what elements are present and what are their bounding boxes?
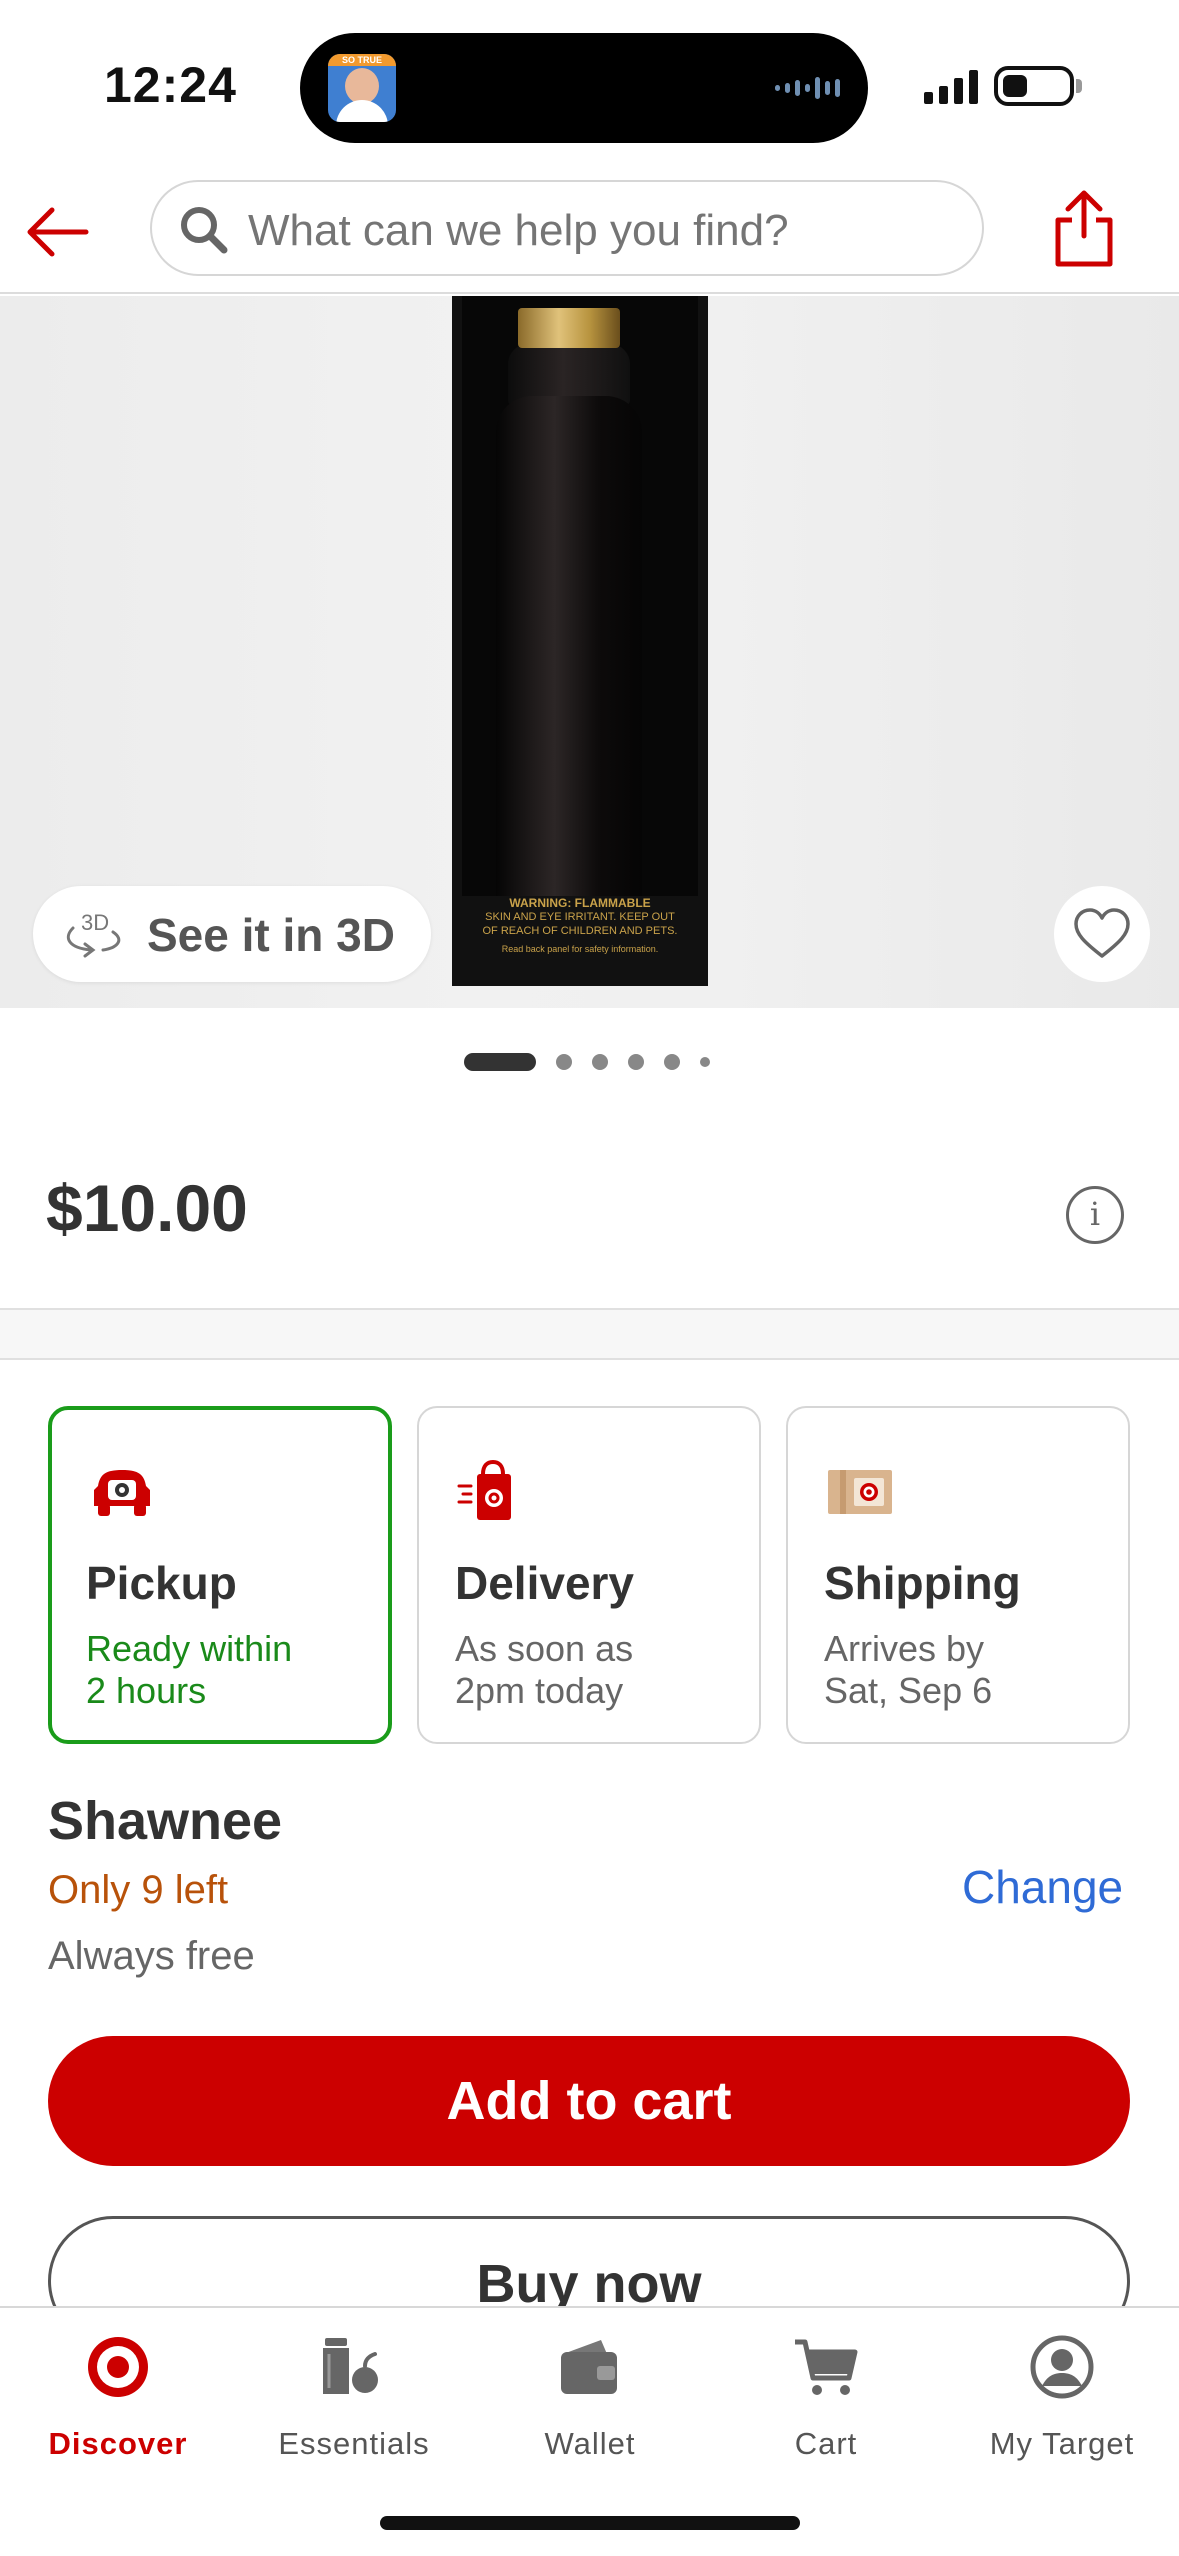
now-playing-avatar: SO TRUE [328,54,396,122]
carousel-dot[interactable] [556,1054,572,1070]
add-to-cart-button[interactable]: Add to cart [48,2036,1130,2166]
stock-status: Only 9 left [48,1868,229,1912]
tab-discover[interactable]: Discover [0,2308,236,2478]
product-bottle [496,396,642,912]
store-name: Shawnee [48,1791,283,1851]
favorite-button[interactable] [1054,886,1150,982]
battery-icon [994,66,1074,106]
search-input[interactable] [248,206,948,256]
3d-rotate-icon: 3D [67,910,121,958]
tab-label: Essentials [278,2426,430,2461]
delivery-subtitle: As soon as [455,1628,634,1669]
see-in-3d-label: See it in 3D [147,909,395,961]
see-in-3d-button[interactable]: 3D See it in 3D [33,886,431,982]
svg-text:3D: 3D [81,910,109,935]
status-time: 12:24 [104,57,237,113]
arrow-left-icon [27,207,89,257]
carousel-dot[interactable] [664,1054,680,1070]
search-icon [181,207,228,254]
carousel-dot[interactable] [700,1057,710,1067]
dynamic-island[interactable]: SO TRUE [300,33,868,143]
battery-tip [1076,79,1082,93]
pickup-subtitle-2: 2 hours [86,1670,207,1711]
pickup-title: Pickup [86,1557,237,1609]
delivery-subtitle-2: 2pm today [455,1670,624,1711]
product-price: $10.00 [46,1171,248,1245]
delivery-title: Delivery [455,1557,635,1609]
tab-label: Discover [48,2426,188,2461]
fulfillment-card-pickup[interactable]: Pickup Ready within 2 hours [48,1406,392,1744]
tab-label: My Target [989,2426,1135,2461]
status-bar: 12:24 SO TRUE [0,0,1179,170]
product-warning-label: WARNING: FLAMMABLE SKIN AND EYE IRRITANT… [462,896,698,984]
share-icon [1055,190,1113,267]
account-icon [1030,2335,1094,2399]
price-info-button[interactable]: i [1066,1186,1124,1244]
cart-icon [795,2339,858,2395]
info-icon: i [1089,1195,1101,1233]
heart-icon [1074,908,1130,958]
share-button[interactable] [1040,184,1128,272]
target-bullseye-icon [88,2337,148,2397]
tab-cart[interactable]: Cart [708,2308,944,2478]
avatar-tag: SO TRUE [328,54,396,66]
pickup-fee: Always free [48,1934,255,1978]
pickup-subtitle: Ready within [86,1628,293,1669]
section-divider [0,1308,1179,1360]
carousel-dot[interactable] [592,1054,608,1070]
pickup-car-icon [94,1470,150,1516]
tab-wallet[interactable]: Wallet [472,2308,708,2478]
shipping-title: Shipping [824,1557,1021,1609]
delivery-bag-icon [457,1459,511,1520]
back-button[interactable] [22,192,102,272]
audio-wave-icon [775,77,840,99]
shipping-box-icon [828,1470,892,1514]
tab-essentials[interactable]: Essentials [236,2308,472,2478]
carousel-dot[interactable] [464,1053,536,1071]
carousel-indicator [0,1052,1179,1072]
home-indicator[interactable] [380,2516,800,2530]
tab-label: Cart [794,2426,858,2461]
essentials-icon [323,2338,378,2394]
tab-my-target[interactable]: My Target [944,2308,1179,2478]
tab-label: Wallet [544,2426,636,2461]
header [0,170,1179,294]
shipping-subtitle-2: Sat, Sep 6 [824,1670,993,1711]
fulfillment-card-shipping[interactable]: Shipping Arrives by Sat, Sep 6 [786,1406,1130,1744]
cellular-signal-icon [924,68,978,104]
product-image-carousel[interactable]: WARNING: FLAMMABLE SKIN AND EYE IRRITANT… [0,296,1179,1008]
change-store-link[interactable]: Change [962,1860,1123,1914]
fulfillment-card-delivery[interactable]: Delivery As soon as 2pm today [417,1406,761,1744]
shipping-subtitle: Arrives by [824,1628,985,1669]
carousel-dot[interactable] [628,1054,644,1070]
wallet-icon [561,2340,617,2394]
search-bar[interactable] [150,180,984,276]
